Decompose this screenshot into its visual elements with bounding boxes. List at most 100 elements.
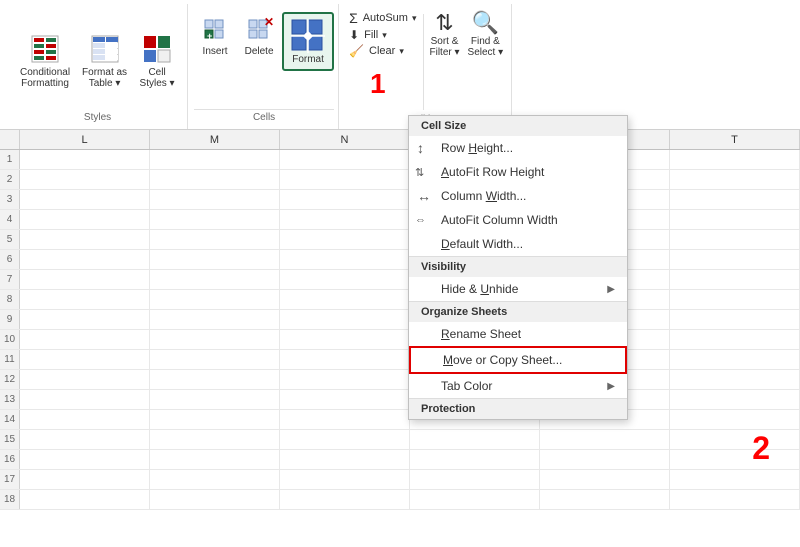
table-row[interactable]: 18 [0,490,800,510]
autosum-btn[interactable]: Σ AutoSum ▾ [349,10,416,26]
table-row[interactable]: 1 [0,150,800,170]
cell[interactable] [150,230,280,249]
cell[interactable] [150,470,280,489]
conditional-formatting-btn[interactable]: Conditional Formatting [16,29,74,91]
table-row[interactable]: 16 [0,450,800,470]
cell[interactable] [670,410,800,429]
cell[interactable] [20,150,150,169]
cell[interactable] [20,230,150,249]
cell[interactable] [20,430,150,449]
table-row[interactable]: 3 [0,190,800,210]
cell[interactable] [280,370,410,389]
table-row[interactable]: 6 [0,250,800,270]
default-width-item[interactable]: Default Width... [409,232,627,256]
cell[interactable] [280,310,410,329]
cell[interactable] [150,250,280,269]
clear-btn[interactable]: 🧹 Clear ▾ [349,44,416,58]
cell[interactable] [670,310,800,329]
table-row[interactable]: 12 [0,370,800,390]
format-as-table-btn[interactable]: Format asTable ▾ [78,29,131,91]
cell[interactable] [280,410,410,429]
cell[interactable] [540,450,670,469]
cell[interactable] [150,430,280,449]
cell[interactable] [410,490,540,509]
cell[interactable] [410,470,540,489]
cell[interactable] [670,390,800,409]
cell[interactable] [150,390,280,409]
table-row[interactable]: 7 [0,270,800,290]
cell[interactable] [150,210,280,229]
col-width-item[interactable]: ↔ Column Width... [409,184,627,208]
cell[interactable] [670,210,800,229]
cell[interactable] [150,190,280,209]
cell[interactable] [150,330,280,349]
cell[interactable] [670,430,800,449]
delete-btn[interactable]: ✕ Delete [238,12,280,59]
cell[interactable] [670,370,800,389]
cell[interactable] [20,250,150,269]
cell[interactable] [670,490,800,509]
cell[interactable] [670,290,800,309]
cell[interactable] [150,170,280,189]
cell[interactable] [280,270,410,289]
cell[interactable] [280,350,410,369]
fill-btn[interactable]: ⬇ Fill ▾ [349,28,416,42]
cell[interactable] [20,170,150,189]
cell[interactable] [280,470,410,489]
cell[interactable] [670,230,800,249]
autofit-col-item[interactable]: ⇔ AutoFit Column Width [409,208,627,232]
cell[interactable] [150,310,280,329]
cell[interactable] [20,390,150,409]
cell[interactable] [150,410,280,429]
cell[interactable] [20,190,150,209]
cell[interactable] [20,210,150,229]
find-select-btn[interactable]: 🔍 Find &Select ▾ [468,10,504,58]
cell[interactable] [670,190,800,209]
format-btn[interactable]: Format [282,12,334,71]
cell[interactable] [410,450,540,469]
cell[interactable] [670,250,800,269]
table-row[interactable]: 2 [0,170,800,190]
cell[interactable] [670,270,800,289]
cell[interactable] [670,150,800,169]
sort-filter-btn[interactable]: ⇅ Sort &Filter ▾ [430,10,460,58]
cell[interactable] [20,270,150,289]
cell[interactable] [280,150,410,169]
table-row[interactable]: 15 [0,430,800,450]
cell[interactable] [280,390,410,409]
cell[interactable] [150,270,280,289]
cell[interactable] [280,210,410,229]
cell[interactable] [20,350,150,369]
cell[interactable] [280,170,410,189]
cell[interactable] [150,370,280,389]
cell[interactable] [20,290,150,309]
table-row[interactable]: 17 [0,470,800,490]
cell[interactable] [20,370,150,389]
cell[interactable] [280,190,410,209]
table-row[interactable]: 8 [0,290,800,310]
cell[interactable] [280,450,410,469]
cell[interactable] [150,450,280,469]
table-row[interactable]: 4 [0,210,800,230]
autofit-row-item[interactable]: ⇅ AutoFit Row Height [409,160,627,184]
cell[interactable] [280,250,410,269]
cell[interactable] [20,470,150,489]
cell-styles-btn[interactable]: CellStyles ▾ [135,29,179,91]
cell[interactable] [20,490,150,509]
table-row[interactable]: 13 [0,390,800,410]
move-copy-sheet-item[interactable]: Move or Copy Sheet... [409,346,627,374]
cell[interactable] [20,410,150,429]
hide-unhide-item[interactable]: Hide & Unhide ▶ [409,277,627,301]
cell[interactable] [670,330,800,349]
cell[interactable] [150,490,280,509]
cell[interactable] [150,290,280,309]
cell[interactable] [150,150,280,169]
cell[interactable] [280,230,410,249]
cell[interactable] [670,450,800,469]
table-row[interactable]: 14 [0,410,800,430]
cell[interactable] [280,490,410,509]
cell[interactable] [540,490,670,509]
cell[interactable] [670,470,800,489]
cell[interactable] [540,470,670,489]
table-row[interactable]: 10 [0,330,800,350]
